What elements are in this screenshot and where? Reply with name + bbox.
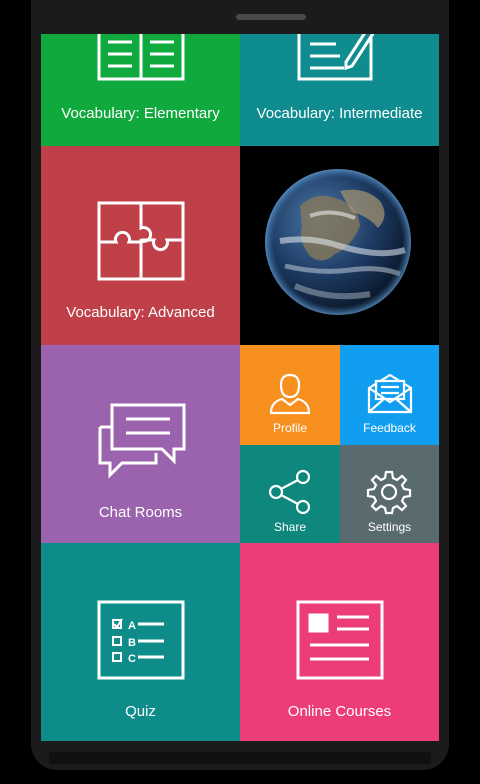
puzzle-icon (97, 201, 185, 281)
feedback-label: Feedback (363, 421, 416, 435)
navigation-bar (49, 752, 431, 764)
quiz-label: Quiz (125, 703, 156, 720)
share-tile[interactable]: Share (240, 445, 340, 543)
profile-tile[interactable]: Profile (240, 345, 340, 445)
settings-tile[interactable]: Settings (340, 445, 439, 543)
chat-bubbles-icon (98, 403, 186, 479)
book-icon (97, 34, 185, 81)
share-icon (268, 469, 311, 515)
phone-speaker (236, 14, 306, 20)
checklist-icon (97, 600, 185, 680)
vocabulary-advanced-label: Vocabulary: Advanced (66, 304, 215, 321)
vocabulary-elementary-tile[interactable]: Vocabulary: Elementary (41, 34, 240, 146)
earth-image-tile[interactable] (240, 146, 439, 345)
feedback-tile[interactable]: Feedback (340, 345, 439, 445)
vocabulary-advanced-tile[interactable]: Vocabulary: Advanced (41, 146, 240, 345)
share-label: Share (273, 520, 307, 534)
notepad-pencil-icon (297, 34, 375, 81)
chat-rooms-label: Chat Rooms (98, 504, 183, 521)
quiz-option-a: A (128, 620, 136, 632)
chat-rooms-tile[interactable]: Chat Rooms (41, 345, 240, 543)
profile-label: Profile (272, 421, 307, 435)
online-courses-label: Online Courses (287, 703, 392, 720)
home-screen: Vocabulary: Elementary Vocabulary: Inter… (41, 34, 439, 741)
person-icon (269, 373, 311, 415)
settings-label: Settings (367, 520, 412, 534)
quiz-option-c: C (128, 653, 136, 665)
quiz-option-b: B (128, 637, 136, 649)
vocabulary-elementary-label: Vocabulary: Elementary (61, 105, 220, 122)
vocabulary-intermediate-label: Vocabulary: Intermediate (256, 105, 423, 122)
envelope-icon (367, 373, 413, 414)
gear-icon (366, 470, 412, 515)
vocabulary-intermediate-tile[interactable]: Vocabulary: Intermediate (240, 34, 439, 146)
earth-image (265, 169, 411, 315)
quiz-tile[interactable]: A B C Quiz (41, 543, 240, 741)
document-icon (296, 600, 384, 680)
online-courses-tile[interactable]: Online Courses (240, 543, 439, 741)
